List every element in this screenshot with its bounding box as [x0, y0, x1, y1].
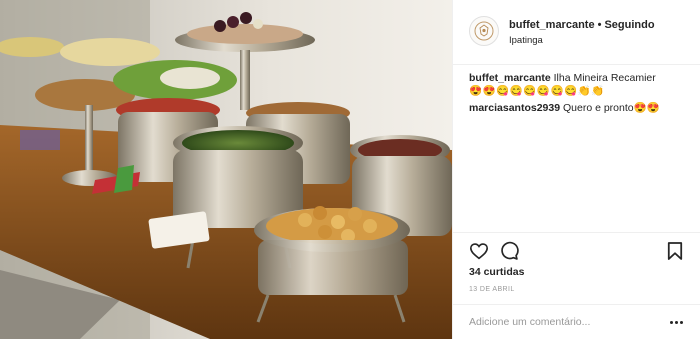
likes-count[interactable]: 34 curtidas: [469, 266, 524, 278]
comment-item: buffet_marcante Ilha Mineira Recamier 😍😍…: [469, 72, 691, 98]
heart-icon: [469, 243, 489, 260]
comments-list: buffet_marcante Ilha Mineira Recamier 😍😍…: [469, 72, 691, 119]
comment-button[interactable]: [498, 240, 520, 262]
username-line: buffet_marcante • Seguindo: [509, 19, 655, 31]
add-comment-bar: [453, 304, 700, 339]
separator-dot: •: [597, 19, 602, 31]
comment-username[interactable]: buffet_marcante: [469, 72, 551, 84]
more-options-button[interactable]: [665, 314, 687, 330]
more-options-icon: [669, 320, 673, 324]
post-header: buffet_marcante • Seguindo Ipatinga: [453, 0, 700, 65]
comment-text: Quero e pronto😍😍: [562, 102, 660, 114]
username-link[interactable]: buffet_marcante: [509, 19, 595, 31]
follow-status-button[interactable]: Seguindo: [604, 19, 654, 31]
more-options-icon: [679, 320, 683, 324]
comment-text: Ilha Mineira Recamier: [553, 72, 656, 84]
post-image[interactable]: [0, 0, 452, 339]
post-date: 13 DE ABRIL: [469, 286, 515, 293]
location-link[interactable]: Ipatinga: [509, 35, 543, 46]
save-button[interactable]: [664, 240, 686, 262]
comment-item: marciasantos2939 Quero e pronto😍😍: [469, 102, 691, 115]
post-actions: 34 curtidas 13 DE ABRIL: [453, 232, 700, 304]
crest-logo-icon: [474, 21, 494, 41]
comment-username[interactable]: marciasantos2939: [469, 102, 560, 114]
bookmark-icon: [667, 242, 683, 260]
comment-bubble-icon: [501, 241, 519, 260]
post-details-panel: buffet_marcante • Seguindo Ipatinga buffet…: [452, 0, 700, 339]
comment-emoji-line: 😍😍😋😋😋😋😋😋👏👏: [469, 85, 605, 97]
buffet-photo: [0, 0, 452, 339]
avatar[interactable]: [469, 16, 499, 46]
comment-input[interactable]: [469, 313, 659, 331]
more-options-icon: [674, 320, 678, 324]
like-button[interactable]: [468, 240, 490, 262]
